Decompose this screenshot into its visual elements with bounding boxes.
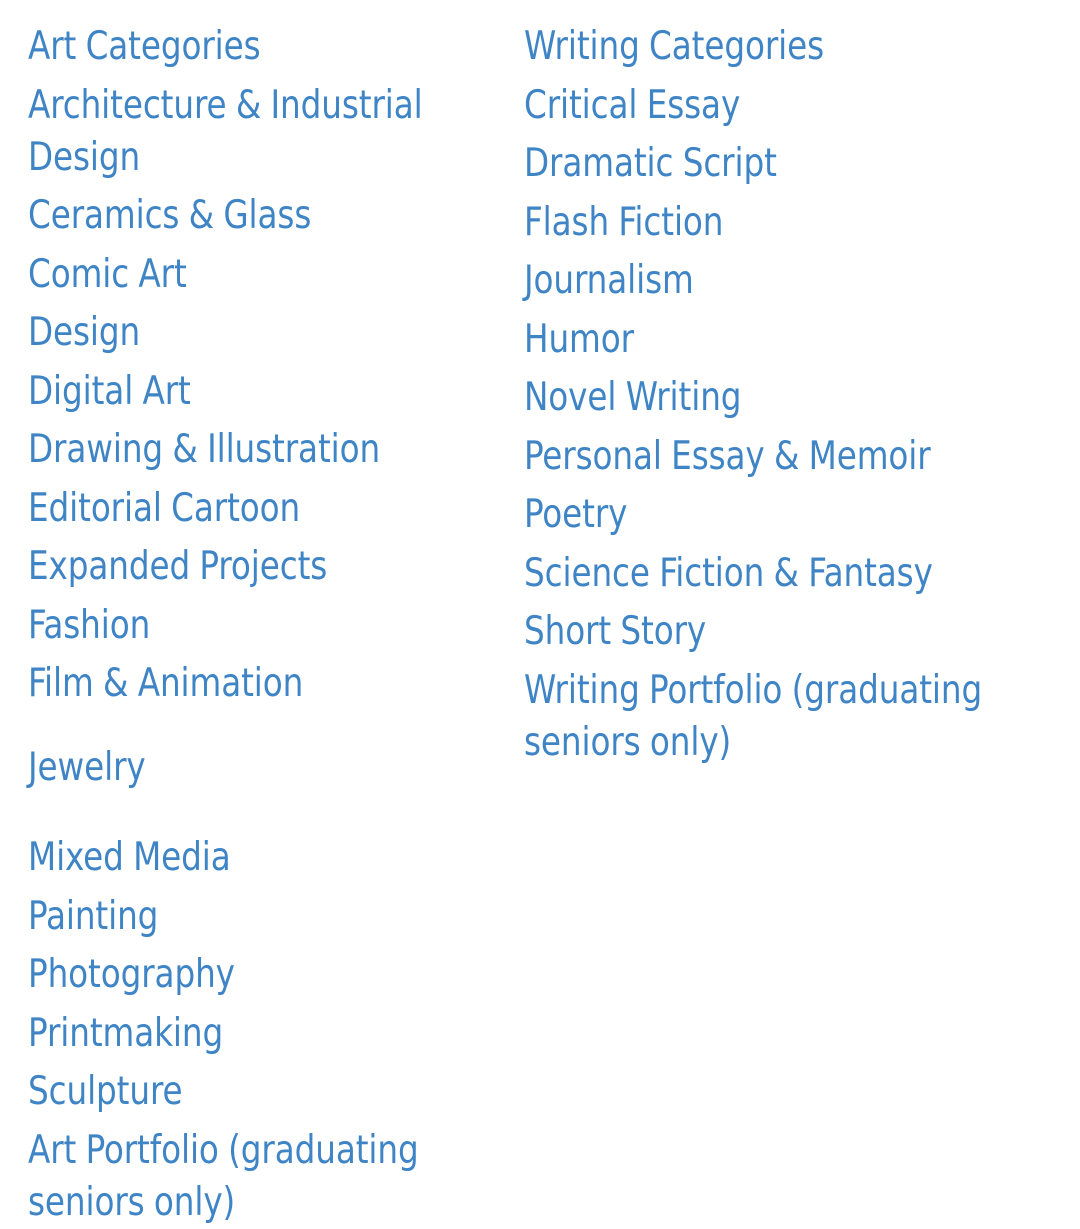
- list-item-design[interactable]: Design: [28, 307, 467, 359]
- list-item-architecture-industrial-design[interactable]: Architecture & Industrial Design: [28, 80, 467, 184]
- list-item-journalism[interactable]: Journalism: [524, 255, 1019, 307]
- art-categories-heading[interactable]: Art Categories: [28, 21, 467, 73]
- writing-categories-heading[interactable]: Writing Categories: [524, 21, 1019, 73]
- list-item-digital-art[interactable]: Digital Art: [28, 366, 467, 418]
- list-item-printmaking[interactable]: Printmaking: [28, 1008, 467, 1060]
- art-categories-column: Art Categories Architecture & Industrial…: [0, 0, 524, 1229]
- category-columns: Art Categories Architecture & Industrial…: [0, 0, 1080, 1229]
- list-item-expanded-projects[interactable]: Expanded Projects: [28, 541, 467, 593]
- list-item-sculpture[interactable]: Sculpture: [28, 1066, 467, 1118]
- list-item-personal-essay-memoir[interactable]: Personal Essay & Memoir: [524, 431, 1019, 483]
- list-item-dramatic-script[interactable]: Dramatic Script: [524, 138, 1019, 190]
- list-item-critical-essay[interactable]: Critical Essay: [524, 80, 1019, 132]
- list-item-film-animation[interactable]: Film & Animation: [28, 658, 467, 710]
- list-item-comic-art[interactable]: Comic Art: [28, 249, 467, 301]
- list-item-flash-fiction[interactable]: Flash Fiction: [524, 197, 1019, 249]
- list-item-fashion[interactable]: Fashion: [28, 600, 467, 652]
- list-item-poetry[interactable]: Poetry: [524, 489, 1019, 541]
- list-item-jewelry[interactable]: Jewelry: [28, 742, 467, 794]
- list-item-drawing-illustration[interactable]: Drawing & Illustration: [28, 424, 467, 476]
- category-lists-page: Art Categories Architecture & Industrial…: [0, 0, 1080, 1225]
- list-item-science-fiction-fantasy[interactable]: Science Fiction & Fantasy: [524, 548, 1019, 600]
- list-item-ceramics-glass[interactable]: Ceramics & Glass: [28, 190, 467, 242]
- list-item-mixed-media[interactable]: Mixed Media: [28, 832, 467, 884]
- list-item-short-story[interactable]: Short Story: [524, 606, 1019, 658]
- list-item-art-portfolio[interactable]: Art Portfolio (graduating seniors only): [28, 1125, 467, 1229]
- writing-categories-column: Writing Categories Critical Essay Dramat…: [524, 0, 1080, 769]
- list-item-photography[interactable]: Photography: [28, 949, 467, 1001]
- list-item-painting[interactable]: Painting: [28, 891, 467, 943]
- list-item-humor[interactable]: Humor: [524, 314, 1019, 366]
- list-item-novel-writing[interactable]: Novel Writing: [524, 372, 1019, 424]
- list-item-writing-portfolio[interactable]: Writing Portfolio (graduating seniors on…: [524, 665, 1019, 769]
- list-item-editorial-cartoon[interactable]: Editorial Cartoon: [28, 483, 467, 535]
